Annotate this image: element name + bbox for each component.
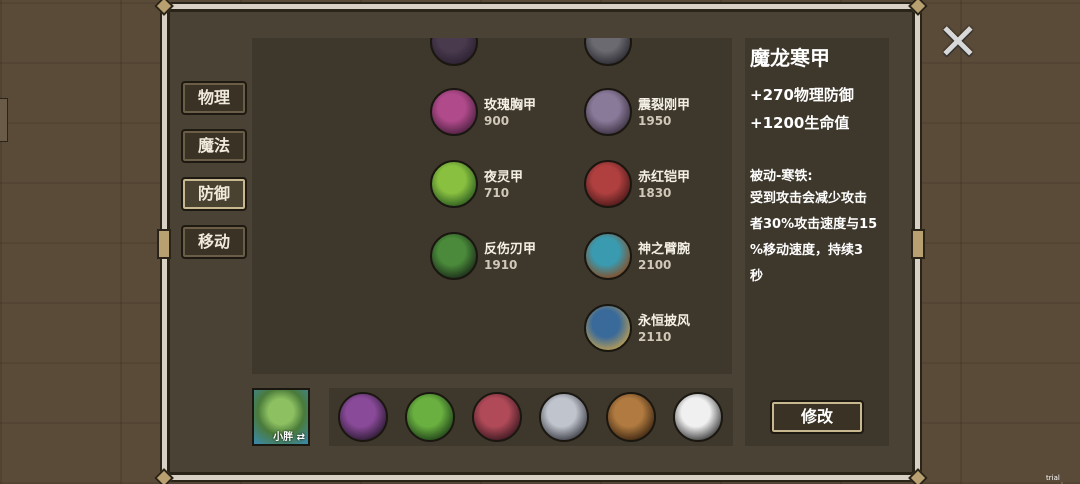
bronze-armor-icon[interactable] (606, 392, 656, 442)
item-price: 2100 (638, 258, 672, 272)
item-icon (584, 304, 632, 352)
item-price: 900 (484, 114, 510, 128)
frame-corner (154, 468, 174, 484)
item-price: 1950 (638, 114, 672, 128)
green-cloak-icon[interactable] (405, 392, 455, 442)
item-name: 震裂刚甲 (638, 98, 691, 113)
purple-armor-icon[interactable] (338, 392, 388, 442)
close-button[interactable]: ✕ (934, 17, 982, 67)
item-icon (584, 38, 632, 66)
item-detail-title: 魔龙寒甲 (750, 46, 830, 70)
shop-item[interactable]: 永恒披风 2110 (584, 304, 732, 360)
frame-notch (157, 229, 171, 259)
category-tab[interactable]: 物理 (181, 81, 247, 115)
item-icon (584, 88, 632, 136)
item-icon (430, 232, 478, 280)
trial-watermark: trial version (1046, 474, 1072, 484)
item-icon (430, 88, 478, 136)
item-name: 夜灵甲 (484, 170, 524, 185)
item-icon (430, 160, 478, 208)
category-tab[interactable]: 移动 (181, 225, 247, 259)
item-icon (430, 38, 478, 66)
passive-line: %移动速度，持续3 (750, 243, 864, 258)
modify-button[interactable]: 修改 (770, 400, 864, 434)
item-name: 玫瑰胸甲 (484, 98, 537, 113)
equipped-bar (329, 388, 733, 446)
frame-notch (911, 229, 925, 259)
red-armor-icon[interactable] (472, 392, 522, 442)
category-tab[interactable]: 魔法 (181, 129, 247, 163)
shop-item[interactable]: 夜灵甲 710 (430, 160, 590, 216)
shop-item[interactable]: 赤红铠甲 1830 (584, 160, 732, 216)
item-stat: +270物理防御 (750, 86, 854, 104)
item-icon (584, 232, 632, 280)
hero-name: 小胖 ⇄ (273, 432, 305, 443)
steel-armor-icon[interactable] (539, 392, 589, 442)
shop-item[interactable]: 玫瑰胸甲 900 (430, 88, 590, 144)
shop-item[interactable]: 神之臂腕 2100 (584, 232, 732, 288)
shop-item[interactable]: 反伤刃甲 1910 (430, 232, 590, 288)
passive-line: 秒 (750, 269, 764, 284)
item-price: 710 (484, 186, 510, 200)
item-name: 赤红铠甲 (638, 170, 691, 185)
category-tab[interactable]: 防御 (181, 177, 247, 211)
close-icon[interactable]: ✕ (937, 13, 979, 71)
item-name: 永恒披风 (638, 314, 691, 329)
left-edge-tab (0, 98, 8, 142)
item-price: 1910 (484, 258, 518, 272)
item-price: 1830 (638, 186, 672, 200)
shop-item[interactable]: 震裂刚甲 1950 (584, 88, 732, 144)
item-name: 反伤刃甲 (484, 242, 537, 257)
passive-title: 被动-寒铁: (750, 169, 813, 184)
passive-line: 受到攻击会减少攻击 (750, 191, 868, 206)
white-cloak-icon[interactable] (673, 392, 723, 442)
passive-description: 受到攻击会减少攻击 者30%攻击速度与15 %移动速度，持续3 秒 (750, 186, 885, 290)
frame-corner (908, 0, 928, 16)
frame-corner (908, 468, 928, 484)
frame-corner (154, 0, 174, 16)
passive-line: 者30%攻击速度与15 (750, 217, 878, 232)
item-list-panel[interactable]: 7102100玫瑰胸甲900震裂刚甲1950夜灵甲710赤红铠甲1830反伤刃甲… (252, 38, 732, 374)
shop-item[interactable]: 710 (430, 38, 590, 74)
shop-item[interactable]: 2100 (584, 38, 732, 74)
item-name: 神之臂腕 (638, 242, 691, 257)
item-stat: +1200生命值 (750, 114, 850, 132)
item-detail-panel: 魔龙寒甲 +270物理防御 +1200生命值 被动-寒铁: 受到攻击会减少攻击 … (745, 38, 889, 446)
item-icon (584, 160, 632, 208)
item-price: 2110 (638, 330, 672, 344)
hero-avatar[interactable]: 小胖 ⇄ (252, 388, 310, 446)
